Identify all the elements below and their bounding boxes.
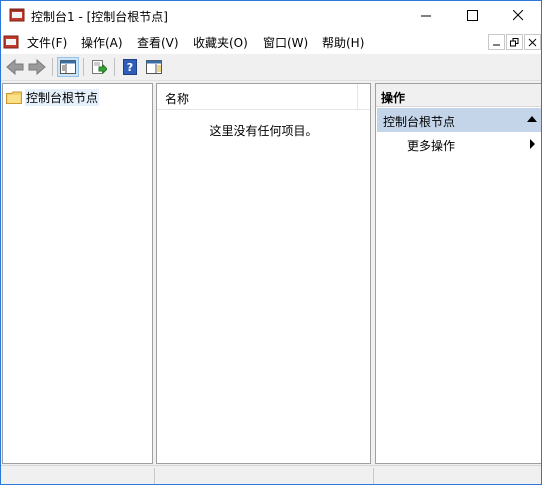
toolbar-separator [114, 58, 115, 76]
tree-node-console-root[interactable]: 控制台根节点 [6, 88, 100, 106]
minimize-icon [493, 44, 500, 45]
title-bar[interactable]: 控制台1 - [控制台根节点] [1, 1, 541, 30]
menu-bar: 文件(F) 操作(A) 查看(V) 收藏夹(O) 窗口(W) 帮助(H) [1, 30, 541, 54]
status-bar-divider [154, 468, 155, 484]
child-restore-button[interactable] [506, 34, 523, 50]
column-header-name[interactable]: 名称 [157, 84, 370, 110]
column-resize-handle[interactable] [357, 84, 358, 110]
minimize-button[interactable] [403, 1, 449, 30]
actions-header-label: 操作 [381, 91, 406, 105]
show-hide-action-pane-button[interactable] [143, 57, 165, 77]
status-bar [1, 465, 541, 484]
collapse-up-icon[interactable] [527, 116, 537, 122]
system-menu-icon[interactable] [3, 34, 20, 50]
menu-favorites[interactable]: 收藏夹(O) [193, 34, 248, 51]
menu-help[interactable]: 帮助(H) [322, 34, 364, 51]
back-arrow-icon [6, 59, 24, 75]
console-tree-pane: 控制台根节点 [2, 83, 153, 464]
menu-window[interactable]: 窗口(W) [263, 34, 308, 51]
menu-file[interactable]: 文件(F) [27, 34, 67, 51]
svg-text:?: ? [127, 61, 133, 74]
toolbar-separator [83, 58, 84, 76]
export-list-button[interactable] [88, 57, 110, 77]
toolbar: ? [1, 54, 541, 81]
status-bar-divider [373, 468, 374, 484]
restore-icon [510, 37, 519, 46]
column-header-label: 名称 [165, 92, 190, 106]
action-more-actions[interactable]: 更多操作 [377, 133, 541, 155]
maximize-icon [466, 10, 478, 21]
mmc-app-icon [9, 8, 25, 22]
help-button[interactable]: ? [119, 57, 141, 77]
result-list-pane: 名称 这里没有任何项目。 [156, 83, 371, 464]
actions-pane: 操作 控制台根节点 更多操作 [375, 83, 541, 464]
back-button[interactable] [4, 57, 26, 77]
show-hide-action-pane-icon [146, 60, 162, 74]
minimize-icon [420, 15, 431, 17]
tree-node-label: 控制台根节点 [25, 88, 100, 106]
menu-action[interactable]: 操作(A) [81, 34, 123, 51]
actions-pane-header: 操作 [376, 84, 541, 107]
child-close-button[interactable] [524, 34, 541, 50]
show-hide-tree-icon [60, 60, 76, 74]
actions-section-console-root[interactable]: 控制台根节点 [377, 108, 541, 132]
actions-section-label: 控制台根节点 [383, 115, 456, 129]
maximize-button[interactable] [449, 1, 495, 30]
forward-arrow-icon [28, 59, 46, 75]
export-list-icon [92, 60, 107, 75]
submenu-arrow-icon [530, 139, 535, 149]
action-item-label: 更多操作 [407, 139, 456, 153]
close-button[interactable] [495, 1, 541, 30]
menu-view[interactable]: 查看(V) [137, 34, 179, 51]
forward-button[interactable] [26, 57, 48, 77]
child-minimize-button[interactable] [488, 34, 505, 50]
empty-list-message: 这里没有任何项目。 [209, 124, 318, 138]
mmc-window: 控制台1 - [控制台根节点] 文件(F) 操作(A) 查看(V) 收藏夹(O)… [0, 0, 542, 485]
show-hide-tree-button[interactable] [57, 57, 79, 77]
close-icon [512, 10, 523, 21]
help-icon: ? [123, 59, 137, 75]
toolbar-separator [52, 58, 53, 76]
folder-icon [6, 91, 22, 104]
window-title: 控制台1 - [控制台根节点] [31, 10, 168, 24]
close-icon [528, 38, 537, 46]
